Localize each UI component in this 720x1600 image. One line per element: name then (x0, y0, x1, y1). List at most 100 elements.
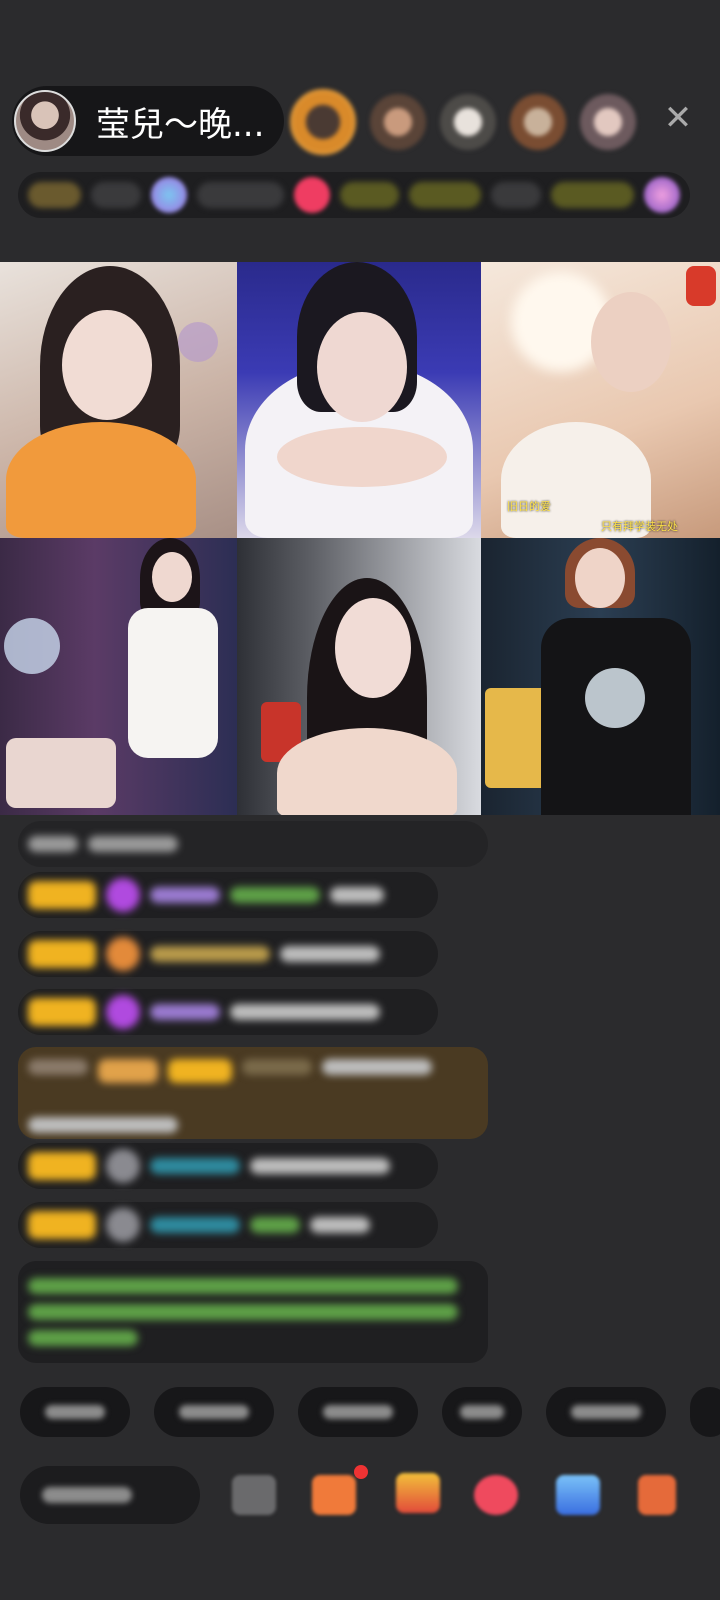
streamer-face (591, 292, 671, 392)
room-badge-row[interactable] (18, 172, 690, 218)
username (150, 1158, 240, 1174)
user-avatar (106, 1208, 140, 1242)
streamer-shoulders (277, 728, 457, 815)
game-icon[interactable] (556, 1475, 600, 1515)
host-info-pill[interactable]: 莹兒～晚... (12, 86, 284, 156)
username (150, 946, 270, 962)
quick-reply-chip[interactable] (20, 1387, 130, 1437)
viewer-avatar[interactable] (370, 94, 426, 150)
streamer-face (317, 312, 407, 422)
video-tile[interactable] (237, 262, 481, 538)
badge-icon[interactable] (644, 177, 680, 213)
message-text (310, 1217, 370, 1233)
level-badge (168, 1059, 232, 1083)
quick-reply-chip[interactable] (298, 1387, 418, 1437)
badge-chip[interactable] (409, 182, 481, 208)
streamer-outfit (6, 422, 196, 538)
level-badge (28, 1211, 96, 1239)
badge-chip[interactable] (91, 182, 142, 208)
top-viewers-strip[interactable] (290, 82, 650, 162)
chat-message-highlight[interactable] (18, 1047, 488, 1139)
streamer-face (575, 548, 625, 608)
badge-chip[interactable] (28, 182, 82, 208)
video-tile[interactable] (481, 538, 720, 815)
message-text (330, 887, 384, 903)
streamer-face (152, 552, 192, 602)
system-notice (18, 1261, 488, 1363)
message-text (280, 946, 380, 962)
more-grid-icon[interactable] (638, 1475, 676, 1515)
quick-reply-chip[interactable] (442, 1387, 522, 1437)
host-avatar[interactable] (14, 90, 76, 152)
emoji-icon[interactable] (232, 1475, 276, 1515)
message-text (250, 1158, 390, 1174)
bear-poster (485, 688, 547, 788)
level-badge (98, 1059, 158, 1083)
shirt-print (585, 668, 645, 728)
video-tile[interactable] (0, 538, 237, 815)
tile-caption: 只有拜学装无处 (601, 520, 678, 533)
user-avatar (106, 1149, 140, 1183)
username (150, 1004, 220, 1020)
diamond-icon (106, 995, 140, 1029)
level-badge (28, 998, 96, 1026)
lucky-cat-decoration (686, 266, 716, 306)
video-tile[interactable]: 旧日的爱 只有拜学装无处 (481, 262, 720, 538)
badge-chip[interactable] (197, 182, 284, 208)
streamer-face (62, 310, 152, 420)
level-badge (28, 1152, 96, 1180)
badge-chip[interactable] (339, 182, 400, 208)
quick-reply-chip[interactable] (546, 1387, 666, 1437)
viewer-avatar[interactable] (440, 94, 496, 150)
badge-icon[interactable] (151, 177, 188, 213)
fan-decoration (4, 618, 60, 674)
notification-dot (354, 1465, 368, 1479)
message-text (88, 836, 178, 852)
notice-text (28, 1330, 138, 1346)
message-text (28, 836, 78, 852)
username (28, 1059, 88, 1075)
quick-reply-chip[interactable] (154, 1387, 274, 1437)
chat-message[interactable] (18, 989, 438, 1035)
username (150, 887, 220, 903)
message-text (322, 1059, 432, 1075)
video-tile[interactable] (0, 262, 237, 538)
badge-icon[interactable] (293, 177, 330, 213)
message-text (230, 887, 320, 903)
diamond-icon (106, 878, 140, 912)
chat-message[interactable] (18, 872, 438, 918)
username (242, 1059, 312, 1075)
top-viewer-avatar[interactable] (290, 89, 356, 155)
username (150, 1217, 240, 1233)
message-text (250, 1217, 300, 1233)
gift-box-icon[interactable] (396, 1473, 440, 1513)
red-packet-icon[interactable] (312, 1475, 356, 1515)
chat-message[interactable] (18, 1143, 438, 1189)
quick-reply-row (20, 1387, 720, 1439)
chat-message[interactable] (18, 931, 438, 977)
close-icon[interactable]: ✕ (660, 100, 696, 136)
quick-reply-chip[interactable] (690, 1387, 720, 1437)
notice-text (28, 1278, 458, 1294)
message-text (230, 1004, 380, 1020)
badge-chip[interactable] (550, 182, 634, 208)
level-badge (28, 940, 96, 968)
comment-input[interactable] (20, 1466, 200, 1524)
tile-caption: 旧日的爱 (507, 500, 551, 513)
video-tile[interactable] (237, 538, 481, 815)
level-badge (28, 881, 96, 909)
viewer-avatar[interactable] (580, 94, 636, 150)
bottom-toolbar (20, 1455, 720, 1535)
viewer-avatar[interactable] (510, 94, 566, 150)
flower-decoration (178, 322, 218, 362)
sofa (6, 738, 116, 808)
notice-text (28, 1304, 458, 1320)
chat-message[interactable] (18, 821, 488, 867)
host-name: 莹兒～晚... (96, 104, 265, 145)
streamer-face (335, 598, 411, 698)
heart-gift-icon[interactable] (474, 1475, 518, 1515)
video-grid: 旧日的爱 只有拜学装无处 (0, 262, 720, 815)
fish-icon (106, 937, 140, 971)
chat-message[interactable] (18, 1202, 438, 1248)
badge-chip[interactable] (490, 182, 541, 208)
